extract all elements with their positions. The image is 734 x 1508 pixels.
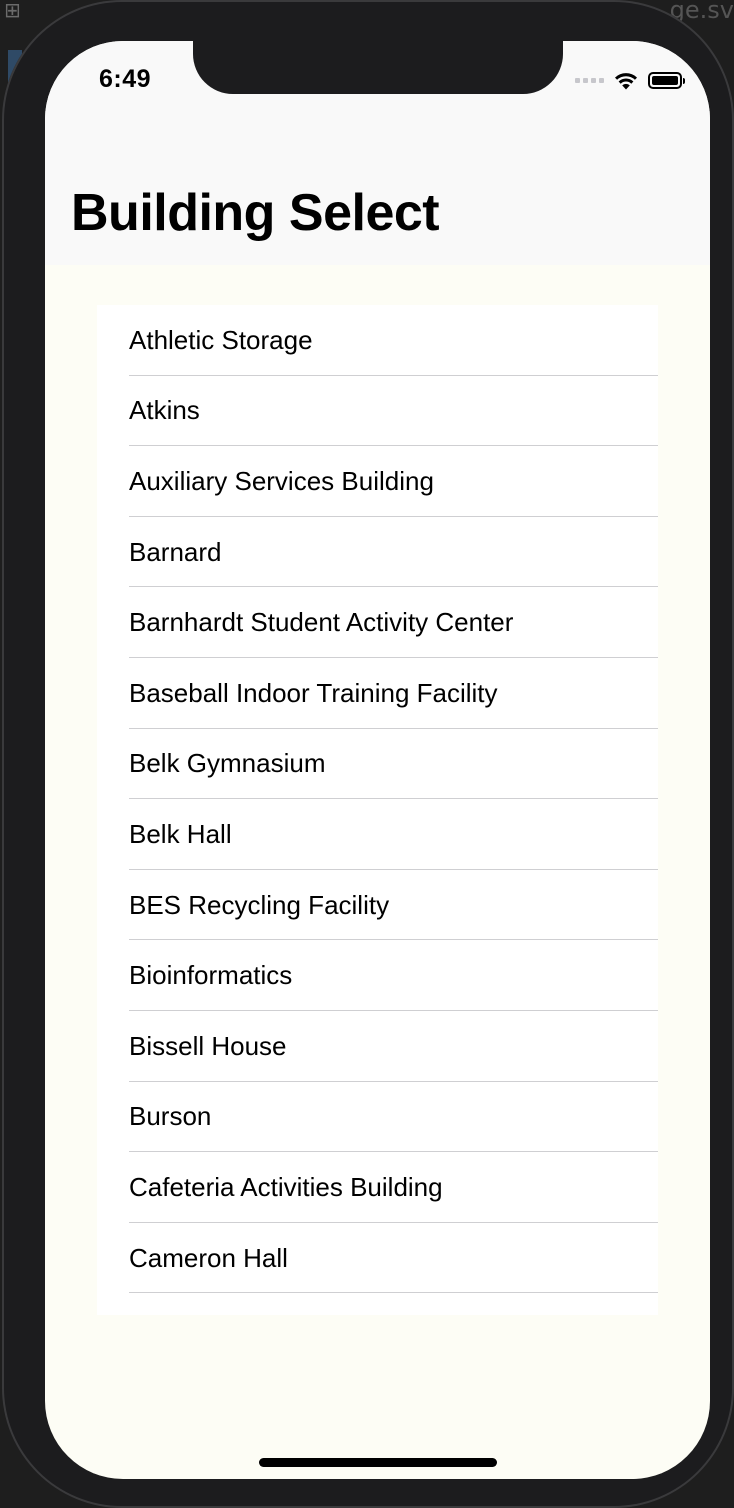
building-list[interactable]: Athletic Storage Atkins Auxiliary Services… bbox=[97, 305, 658, 1315]
list-item[interactable]: BES Recycling Facility bbox=[97, 870, 658, 941]
list-item-label: Cameron Hall bbox=[129, 1242, 288, 1273]
cellular-signal-icon bbox=[575, 77, 604, 83]
list-item-label: Cafeteria Activities Building bbox=[129, 1171, 443, 1202]
list-item[interactable]: Atkins bbox=[97, 376, 658, 447]
list-item-label: Barnard bbox=[129, 536, 222, 567]
list-item-label: Barnhardt Student Activity Center bbox=[129, 607, 514, 638]
list-item[interactable]: Bissell House bbox=[97, 1011, 658, 1082]
list-item-label: Bissell House bbox=[129, 1030, 287, 1061]
list-item[interactable]: Barnard bbox=[97, 517, 658, 588]
battery-icon bbox=[648, 71, 685, 89]
list-item[interactable]: Belk Gymnasium bbox=[97, 729, 658, 800]
list-item-label: Atkins bbox=[129, 395, 200, 426]
list-item[interactable]: Barnhardt Student Activity Center bbox=[97, 587, 658, 658]
status-icons bbox=[575, 67, 685, 93]
status-time: 6:49 bbox=[99, 65, 152, 93]
list-item[interactable]: Cafeteria Activities Building bbox=[97, 1152, 658, 1223]
list-item-label: Bioinformatics bbox=[129, 960, 293, 991]
list-item[interactable]: Baseball Indoor Training Facility bbox=[97, 658, 658, 729]
navigation-bar: 6:49 Building Select bbox=[45, 41, 710, 265]
phone-frame: 6:49 Building Select Athletic Storage At… bbox=[2, 0, 734, 1508]
list-item-label: Belk Gymnasium bbox=[129, 748, 326, 779]
list-item-label: Auxiliary Services Building bbox=[129, 465, 434, 496]
list-item[interactable]: Bioinformatics bbox=[97, 940, 658, 1011]
list-item-label: BES Recycling Facility bbox=[129, 889, 390, 920]
list-item[interactable]: Belk Hall bbox=[97, 799, 658, 870]
page-title: Building Select bbox=[71, 184, 440, 242]
wifi-icon bbox=[615, 72, 637, 89]
device-notch bbox=[193, 41, 563, 94]
list-item-label: Baseball Indoor Training Facility bbox=[129, 677, 498, 708]
phone-screen: 6:49 Building Select Athletic Storage At… bbox=[45, 41, 710, 1479]
list-item[interactable]: Athletic Storage bbox=[97, 305, 658, 376]
list-item[interactable]: Auxiliary Services Building bbox=[97, 446, 658, 517]
list-item-label: Burson bbox=[129, 1101, 212, 1132]
grid-icon: ⊞ bbox=[4, 0, 21, 22]
list-item-label: Belk Hall bbox=[129, 818, 232, 849]
list-item[interactable]: Cameron Hall bbox=[97, 1223, 658, 1294]
list-item-label: Athletic Storage bbox=[129, 324, 313, 355]
list-item[interactable]: Burson bbox=[97, 1082, 658, 1153]
desktop-background: ⊞ ge.sv 6:49 Building Select Athletic St… bbox=[0, 0, 734, 1508]
home-indicator[interactable] bbox=[259, 1458, 497, 1467]
